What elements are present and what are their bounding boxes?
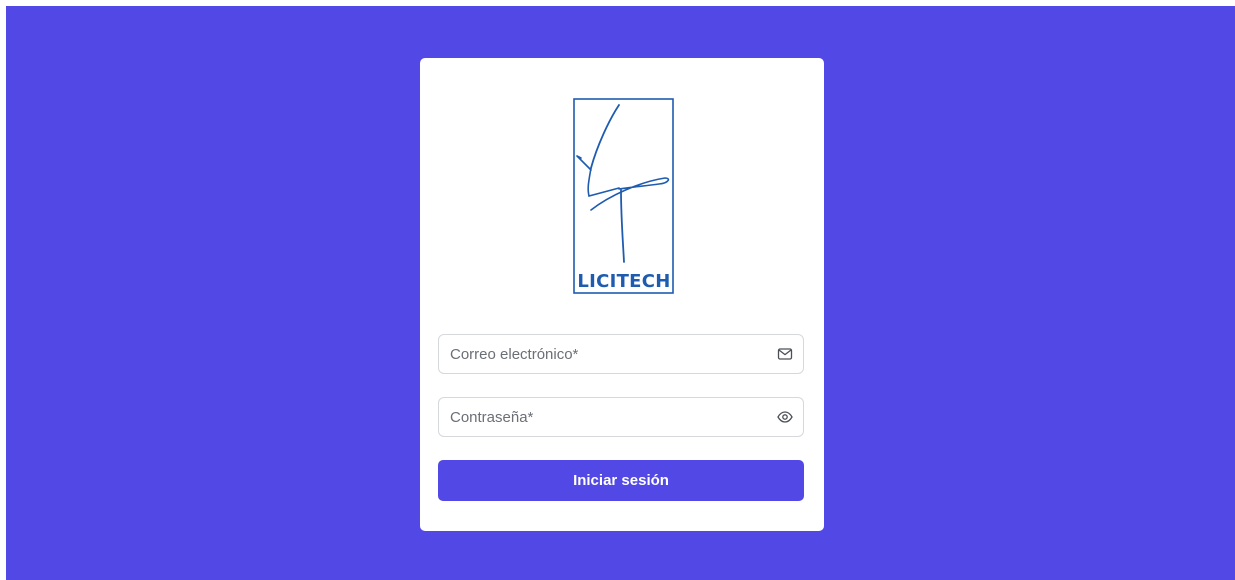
brand-name: LICITECH: [577, 271, 671, 292]
eye-icon[interactable]: [777, 409, 793, 425]
brand-logo: LICITECH: [573, 98, 675, 294]
password-field[interactable]: [438, 397, 804, 437]
login-button[interactable]: Iniciar sesión: [438, 460, 804, 501]
email-input[interactable]: [439, 335, 769, 373]
mail-icon: [777, 348, 793, 360]
licitech-signature-logo: [573, 98, 674, 294]
login-card: LICITECH Iniciar sesión: [420, 58, 824, 531]
page-background: LICITECH Iniciar sesión: [6, 6, 1235, 580]
email-field[interactable]: [438, 334, 804, 374]
password-input[interactable]: [439, 398, 769, 436]
